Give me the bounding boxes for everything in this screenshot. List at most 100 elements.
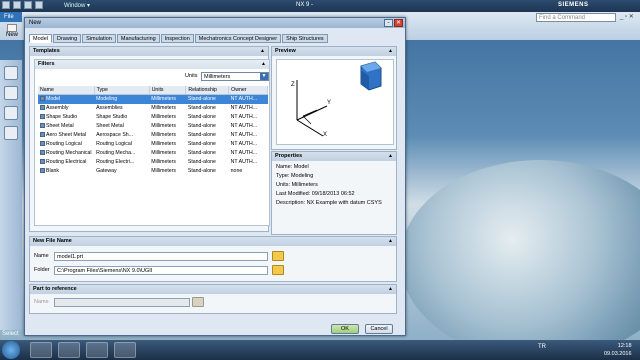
collapse-icon[interactable]: ▲ [388,153,393,159]
table-row[interactable]: Shape Studio Shape Studio Millimeters Stand… [38,113,268,122]
column-header-relationship[interactable]: Relationship [185,86,230,95]
file-tab[interactable]: File [0,12,22,22]
new-dialog: New ‐ ✕ Model Drawing Simulation Manufactur… [24,17,406,336]
cell-units: Millimeters [149,158,186,167]
template-icon [40,114,45,120]
tab-simulation[interactable]: Simulation [82,34,116,43]
taskbar-clock[interactable]: 12:18 09.03.2016 [604,342,632,358]
tab-model[interactable]: Model [29,34,52,43]
table-row[interactable]: Routing Mechanical Routing Mecha... Millim… [38,149,268,158]
table-row[interactable]: Routing Logical Routing Logical Millimeter… [38,140,268,149]
new-button[interactable]: New [4,24,20,40]
cell-units: Millimeters [149,94,186,104]
table-row[interactable]: Sheet Metal Sheet Metal Millimeters Stand-a… [38,122,268,131]
new-file-name-header[interactable]: New File Name ▲ [30,237,396,246]
taskbar-explorer-icon[interactable] [30,342,52,358]
column-header-type[interactable]: Type [94,86,150,95]
collapse-icon[interactable]: ▲ [388,286,393,292]
cell-text: Assemblies [96,105,123,111]
collapse-icon[interactable]: ▲ [260,48,265,54]
reference-name-field [54,298,190,307]
folder-field[interactable]: C:\Program Files\Siemens\NX 9.0\UGII [54,266,268,275]
taskbar-app-icon[interactable] [114,342,136,358]
template-icon [40,105,45,111]
cell-type: Routing Mecha... [94,149,149,158]
filters-header[interactable]: Filters ▲ [35,60,269,69]
table-row[interactable]: Routing Electrical Routing Electri... Mill… [38,158,268,167]
cell-name: Routing Mechanical [38,149,94,158]
filters-panel: Filters ▲ Units Millimeters ▼ Name Type Unit… [34,59,270,226]
file-name-field[interactable]: model1.prt [54,252,268,261]
roles-icon[interactable] [4,126,18,140]
templates-header-label: Templates [33,48,60,54]
properties-header[interactable]: Properties ▲ [272,152,396,161]
table-row[interactable]: Assembly Assemblies Millimeters Stand-alone… [38,104,268,113]
tab-ship-structures[interactable]: Ship Structures [282,34,328,43]
tab-manufacturing[interactable]: Manufacturing [116,34,160,43]
cell-name: Model [38,94,95,104]
window-menu[interactable]: Window ▾ [64,2,90,9]
column-header-name[interactable]: Name [38,86,95,95]
units-select[interactable]: Millimeters ▼ [201,72,269,81]
undo-icon[interactable] [24,1,32,9]
dialog-titlebar: New ‐ ✕ [25,18,405,28]
cell-rel: Stand-alone [186,113,229,122]
language-indicator[interactable]: TR [538,344,546,350]
column-header-units[interactable]: Units [149,86,187,95]
find-command-input[interactable]: Find a Command [536,13,616,22]
folder-icon[interactable] [272,251,284,261]
save-icon[interactable] [13,1,21,9]
tab-mechatronics-concept-designer[interactable]: Mechatronics Concept Designer [194,34,282,43]
part-navigator-icon[interactable] [4,66,18,80]
collapse-icon[interactable]: ▲ [388,48,393,54]
collapse-icon[interactable]: ▲ [388,238,393,244]
cell-text: NT AUTH... [230,105,258,111]
chevron-down-icon: ▼ [260,73,268,80]
table-row[interactable]: Blank Gateway Millimeters Stand-alone none [38,167,268,176]
cell-owner: NT AUTH... [229,131,268,140]
ok-button[interactable]: OK [331,324,359,334]
cell-text: Sheet Metal [96,123,124,129]
cell-text: Millimeters [151,168,176,174]
new-file-name-panel: New File Name ▲ Name model1.prt Folder C:… [29,236,397,282]
cell-owner: NT AUTH... [229,122,268,131]
cell-text: Millimeters [151,132,176,138]
templates-header[interactable]: Templates ▲ [30,47,268,56]
units-select-value: Millimeters [204,74,231,80]
cell-type: Routing Electri... [94,158,149,167]
table-row[interactable]: Aero Sheet Metal Aerospace Sh... Millimete… [38,131,268,140]
cell-units: Millimeters [149,131,186,140]
dialog-close-button[interactable]: ✕ [394,19,403,27]
collapse-icon[interactable]: ▲ [261,61,266,67]
part-to-reference-header[interactable]: Part to reference ▲ [30,285,396,294]
nx-logo-icon [2,1,10,9]
cell-text: Millimeters [151,96,176,103]
cell-text: Millimeters [151,114,176,120]
cell-owner: none [229,167,268,176]
property-line: Type: Modeling [276,173,314,179]
template-icon [40,96,45,102]
template-icon [40,150,45,156]
table-row[interactable]: Model Modeling Millimeters Stand-alone NT AU… [38,94,268,104]
history-icon[interactable] [4,106,18,120]
browse-folder-icon[interactable] [272,265,284,275]
part-to-reference-label: Part to reference [33,286,77,292]
tab-inspection[interactable]: Inspection [160,34,194,43]
start-button[interactable] [2,341,20,359]
cell-owner: NT AUTH... [229,149,268,158]
cell-rel: Stand-alone [186,167,229,176]
cell-text: Stand-alone [187,141,216,147]
cell-text: Millimeters [151,150,176,156]
preview-header[interactable]: Preview ▲ [272,47,396,56]
redo-icon[interactable] [35,1,43,9]
templates-table: Name Type Units Relationship Owner Model Mode… [38,86,268,176]
dialog-minimize-button[interactable]: ‐ [384,19,393,27]
taskbar-nx-icon[interactable] [86,342,108,358]
cell-text: NT AUTH... [230,159,258,165]
column-header-owner[interactable]: Owner [228,86,268,95]
taskbar-chrome-icon[interactable] [58,342,80,358]
assembly-navigator-icon[interactable] [4,86,18,100]
cancel-button[interactable]: Cancel [365,324,393,334]
window-controls[interactable]: _ ▫ ✕ [620,13,634,20]
tab-drawing[interactable]: Drawing [52,34,82,43]
